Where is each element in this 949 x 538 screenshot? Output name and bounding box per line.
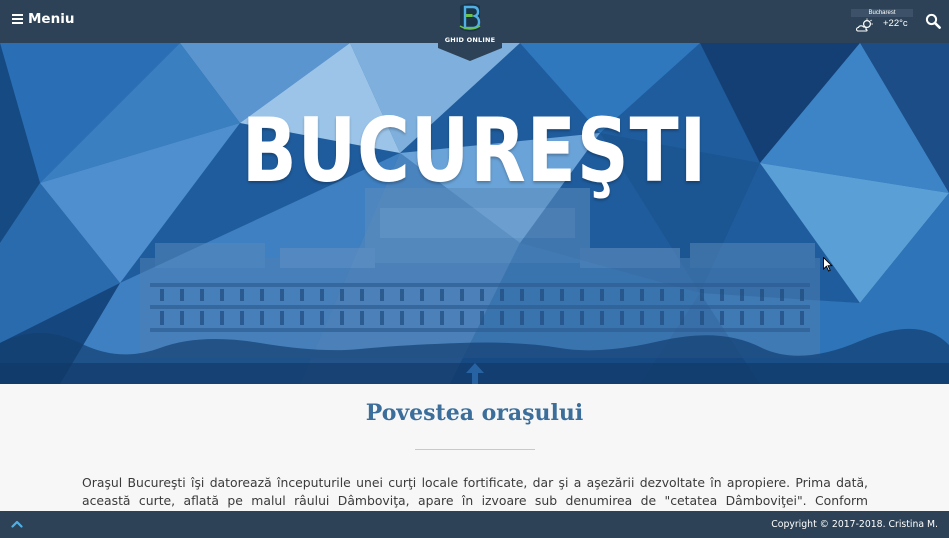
- mouse-cursor-icon: [823, 257, 833, 272]
- weather-city: Bucharest: [851, 9, 913, 17]
- site-logo[interactable]: GHID ONLINE: [438, 0, 502, 61]
- menu-button[interactable]: Meniu: [12, 11, 74, 27]
- hero-background-image: [0, 43, 949, 384]
- logo-badge-shape: [438, 0, 502, 61]
- weather-widget: Bucharest +22°c: [851, 9, 915, 34]
- menu-label: Meniu: [28, 11, 75, 27]
- hero-title: BUCUREŞTI: [241, 99, 708, 202]
- logo-text: GHID ONLINE: [444, 36, 496, 44]
- chevron-up-icon[interactable]: [11, 519, 23, 529]
- title-divider: [415, 449, 535, 450]
- weather-temperature: +22°c: [883, 18, 908, 29]
- partly-cloudy-icon: [856, 18, 873, 32]
- hero-banner: BUCUREŞTI: [0, 43, 949, 384]
- copyright-text: Copyright © 2017-2018. Cristina M.: [771, 519, 938, 530]
- section-title: Povestea oraşului: [365, 400, 584, 426]
- footer-bar: Copyright © 2017-2018. Cristina M.: [0, 511, 949, 538]
- hamburger-icon: [12, 14, 23, 24]
- main-content: Povestea oraşului Oraşul Bucureşti îşi d…: [0, 384, 949, 526]
- search-icon[interactable]: [925, 13, 941, 29]
